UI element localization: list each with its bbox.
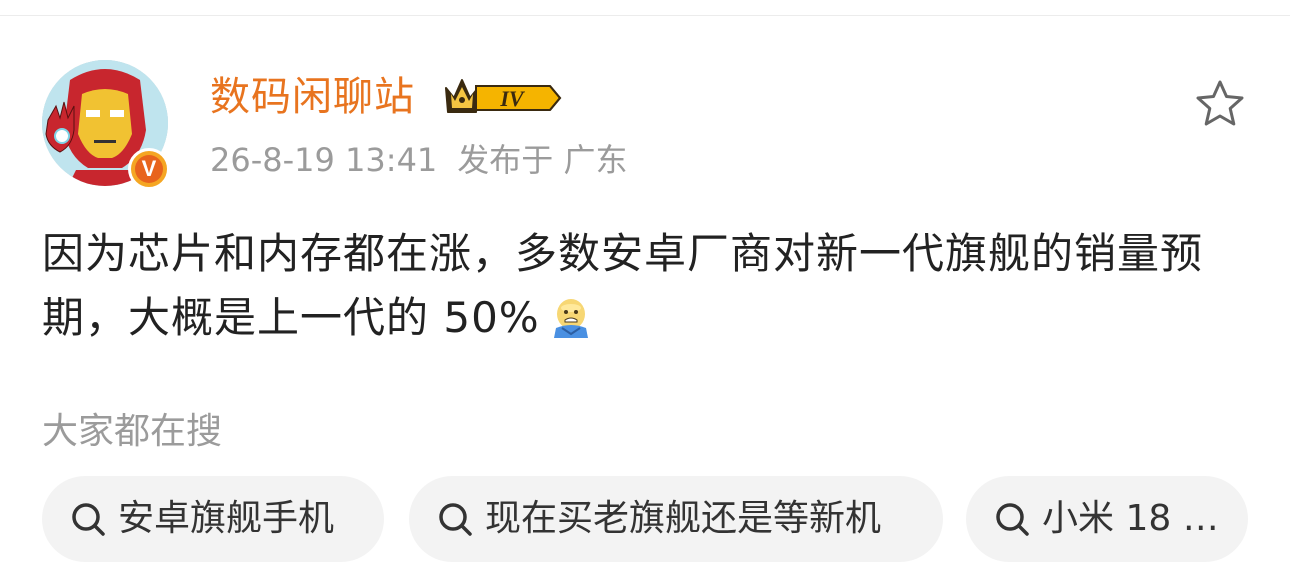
verified-badge-letter: V bbox=[135, 155, 163, 183]
search-chip-label: 现在买老旗舰还是等新机 bbox=[485, 498, 882, 539]
author-name[interactable]: 数码闲聊站 bbox=[210, 70, 415, 124]
post-meta: 26-8-19 13:41 发布于 广东 bbox=[210, 138, 627, 182]
top-divider bbox=[0, 15, 1290, 16]
level-badge-text: IV bbox=[499, 86, 526, 111]
search-chip-label: 小米 18 … bbox=[1042, 498, 1219, 539]
weibo-post-card: V 数码闲聊站 IV 26-8-19 13:41 发布于 广东 因为芯片和内存都在… bbox=[0, 0, 1290, 588]
crown-level-badge-icon[interactable]: IV bbox=[442, 72, 564, 120]
post-location: 发布于 广东 bbox=[457, 141, 628, 179]
search-icon bbox=[72, 503, 105, 536]
search-chip[interactable]: 小米 18 … bbox=[966, 476, 1248, 562]
star-outline-icon[interactable] bbox=[1194, 78, 1246, 130]
anxious-sweat-emoji bbox=[553, 299, 588, 338]
search-suggestions: 安卓旗舰手机 现在买老旗舰还是等新机 小米 18 … bbox=[42, 476, 1248, 562]
search-icon bbox=[996, 503, 1029, 536]
post-content-text: 因为芯片和内存都在涨，多数安卓厂商对新一代旗舰的销量预期，大概是上一代的 50% bbox=[42, 229, 1204, 342]
search-chip-label: 安卓旗舰手机 bbox=[118, 498, 335, 539]
post-content: 因为芯片和内存都在涨，多数安卓厂商对新一代旗舰的销量预期，大概是上一代的 50% bbox=[42, 222, 1248, 350]
search-icon bbox=[439, 503, 472, 536]
search-chip[interactable]: 现在买老旗舰还是等新机 bbox=[409, 476, 943, 562]
verified-badge: V bbox=[128, 148, 170, 190]
search-chip[interactable]: 安卓旗舰手机 bbox=[42, 476, 384, 562]
post-timestamp: 26-8-19 13:41 bbox=[210, 141, 438, 179]
search-suggestions-title: 大家都在搜 bbox=[42, 411, 223, 452]
